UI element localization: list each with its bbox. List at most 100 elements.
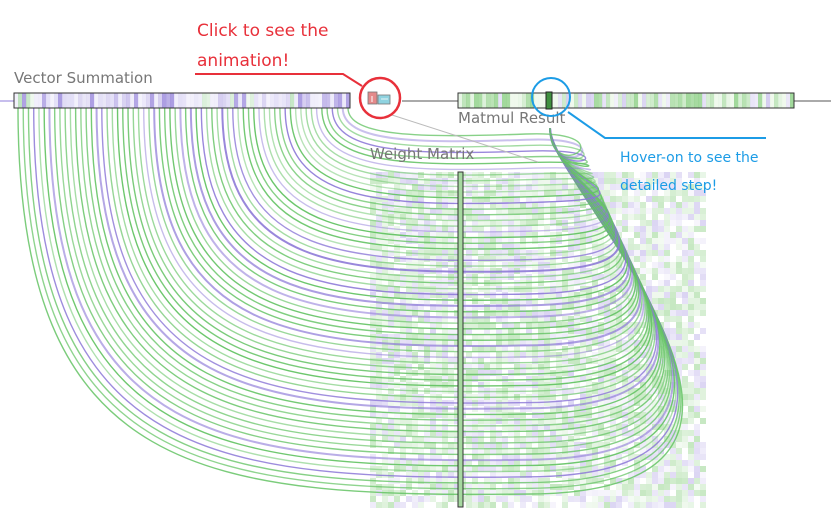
matrix-cell[interactable] [502, 190, 508, 196]
matrix-cell[interactable] [556, 220, 562, 226]
result-cell[interactable] [702, 93, 707, 108]
matrix-cell[interactable] [688, 208, 694, 214]
matrix-cell[interactable] [406, 232, 412, 238]
matrix-cell[interactable] [544, 280, 550, 286]
matrix-cell[interactable] [502, 496, 508, 502]
matrix-cell[interactable] [496, 262, 502, 268]
matrix-cell[interactable] [658, 304, 664, 310]
matrix-cell[interactable] [694, 358, 700, 364]
matrix-cell[interactable] [586, 496, 592, 502]
matrix-cell[interactable] [550, 496, 556, 502]
matrix-cell[interactable] [496, 184, 502, 190]
matrix-cell[interactable] [496, 370, 502, 376]
matrix-cell[interactable] [604, 496, 610, 502]
vector-cell[interactable] [338, 93, 343, 108]
matrix-cell[interactable] [508, 496, 514, 502]
matrix-cell[interactable] [406, 478, 412, 484]
vector-cell[interactable] [170, 93, 175, 108]
matrix-cell[interactable] [700, 304, 706, 310]
matrix-cell[interactable] [676, 226, 682, 232]
matrix-cell[interactable] [478, 190, 484, 196]
matrix-cell[interactable] [490, 262, 496, 268]
vector-cell[interactable] [314, 93, 319, 108]
matrix-cell[interactable] [640, 226, 646, 232]
matrix-cell[interactable] [682, 364, 688, 370]
matrix-cell[interactable] [700, 262, 706, 268]
matrix-cell[interactable] [694, 448, 700, 454]
matrix-cell[interactable] [640, 262, 646, 268]
matrix-cell[interactable] [652, 298, 658, 304]
matrix-cell[interactable] [430, 490, 436, 496]
matrix-cell[interactable] [424, 364, 430, 370]
result-cell[interactable] [710, 93, 715, 108]
matrix-cell[interactable] [544, 358, 550, 364]
matrix-cell[interactable] [664, 490, 670, 496]
matrix-cell[interactable] [700, 346, 706, 352]
result-cell[interactable] [758, 93, 763, 108]
matrix-cell[interactable] [652, 232, 658, 238]
matrix-cell[interactable] [514, 496, 520, 502]
matrix-cell[interactable] [694, 388, 700, 394]
matrix-cell[interactable] [628, 490, 634, 496]
matrix-cell[interactable] [658, 466, 664, 472]
matrix-cell[interactable] [682, 334, 688, 340]
matrix-cell[interactable] [502, 412, 508, 418]
matrix-cell[interactable] [508, 184, 514, 190]
matrix-cell[interactable] [664, 484, 670, 490]
matrix-cell[interactable] [610, 208, 616, 214]
matrix-cell[interactable] [514, 298, 520, 304]
matrix-cell[interactable] [436, 184, 442, 190]
matrix-cell[interactable] [688, 466, 694, 472]
matrix-cell[interactable] [406, 502, 412, 508]
matrix-cell[interactable] [652, 262, 658, 268]
matrix-cell[interactable] [442, 298, 448, 304]
matrix-cell[interactable] [622, 232, 628, 238]
matrix-cell[interactable] [478, 376, 484, 382]
matrix-cell[interactable] [700, 424, 706, 430]
matrix-cell[interactable] [670, 340, 676, 346]
matrix-cell[interactable] [490, 298, 496, 304]
matrix-cell[interactable] [700, 418, 706, 424]
matrix-cell[interactable] [388, 382, 394, 388]
matrix-cell[interactable] [550, 274, 556, 280]
vector-cell[interactable] [242, 93, 247, 108]
result-cell[interactable] [614, 93, 619, 108]
matrix-cell[interactable] [442, 262, 448, 268]
matrix-cell[interactable] [664, 310, 670, 316]
vector-cell[interactable] [286, 93, 291, 108]
matrix-cell[interactable] [472, 382, 478, 388]
matrix-cell[interactable] [700, 406, 706, 412]
matrix-cell[interactable] [430, 184, 436, 190]
matrix-cell[interactable] [448, 496, 454, 502]
matrix-cell[interactable] [682, 388, 688, 394]
matrix-cell[interactable] [670, 496, 676, 502]
matrix-cell[interactable] [646, 238, 652, 244]
matrix-cell[interactable] [496, 418, 502, 424]
matrix-cell[interactable] [370, 490, 376, 496]
vector-cell[interactable] [294, 93, 299, 108]
vector-cell[interactable] [306, 93, 311, 108]
matrix-cell[interactable] [694, 322, 700, 328]
matrix-cell[interactable] [514, 376, 520, 382]
result-cell[interactable] [466, 93, 471, 108]
matrix-cell[interactable] [394, 502, 400, 508]
matrix-cell[interactable] [508, 376, 514, 382]
matrix-cell[interactable] [670, 220, 676, 226]
matrix-cell[interactable] [472, 310, 478, 316]
matrix-cell[interactable] [538, 358, 544, 364]
matrix-cell[interactable] [622, 220, 628, 226]
matrix-cell[interactable] [436, 370, 442, 376]
matrix-cell[interactable] [646, 256, 652, 262]
matrix-cell[interactable] [622, 502, 628, 508]
matrix-cell[interactable] [490, 376, 496, 382]
matrix-cell[interactable] [670, 262, 676, 268]
vector-cell[interactable] [86, 93, 91, 108]
matrix-cell[interactable] [658, 250, 664, 256]
vector-cell[interactable] [190, 93, 195, 108]
matrix-cell[interactable] [700, 352, 706, 358]
matrix-cell[interactable] [694, 382, 700, 388]
vector-cell[interactable] [206, 93, 211, 108]
matrix-cell[interactable] [700, 484, 706, 490]
matrix-cell[interactable] [628, 244, 634, 250]
vector-cell[interactable] [138, 93, 143, 108]
